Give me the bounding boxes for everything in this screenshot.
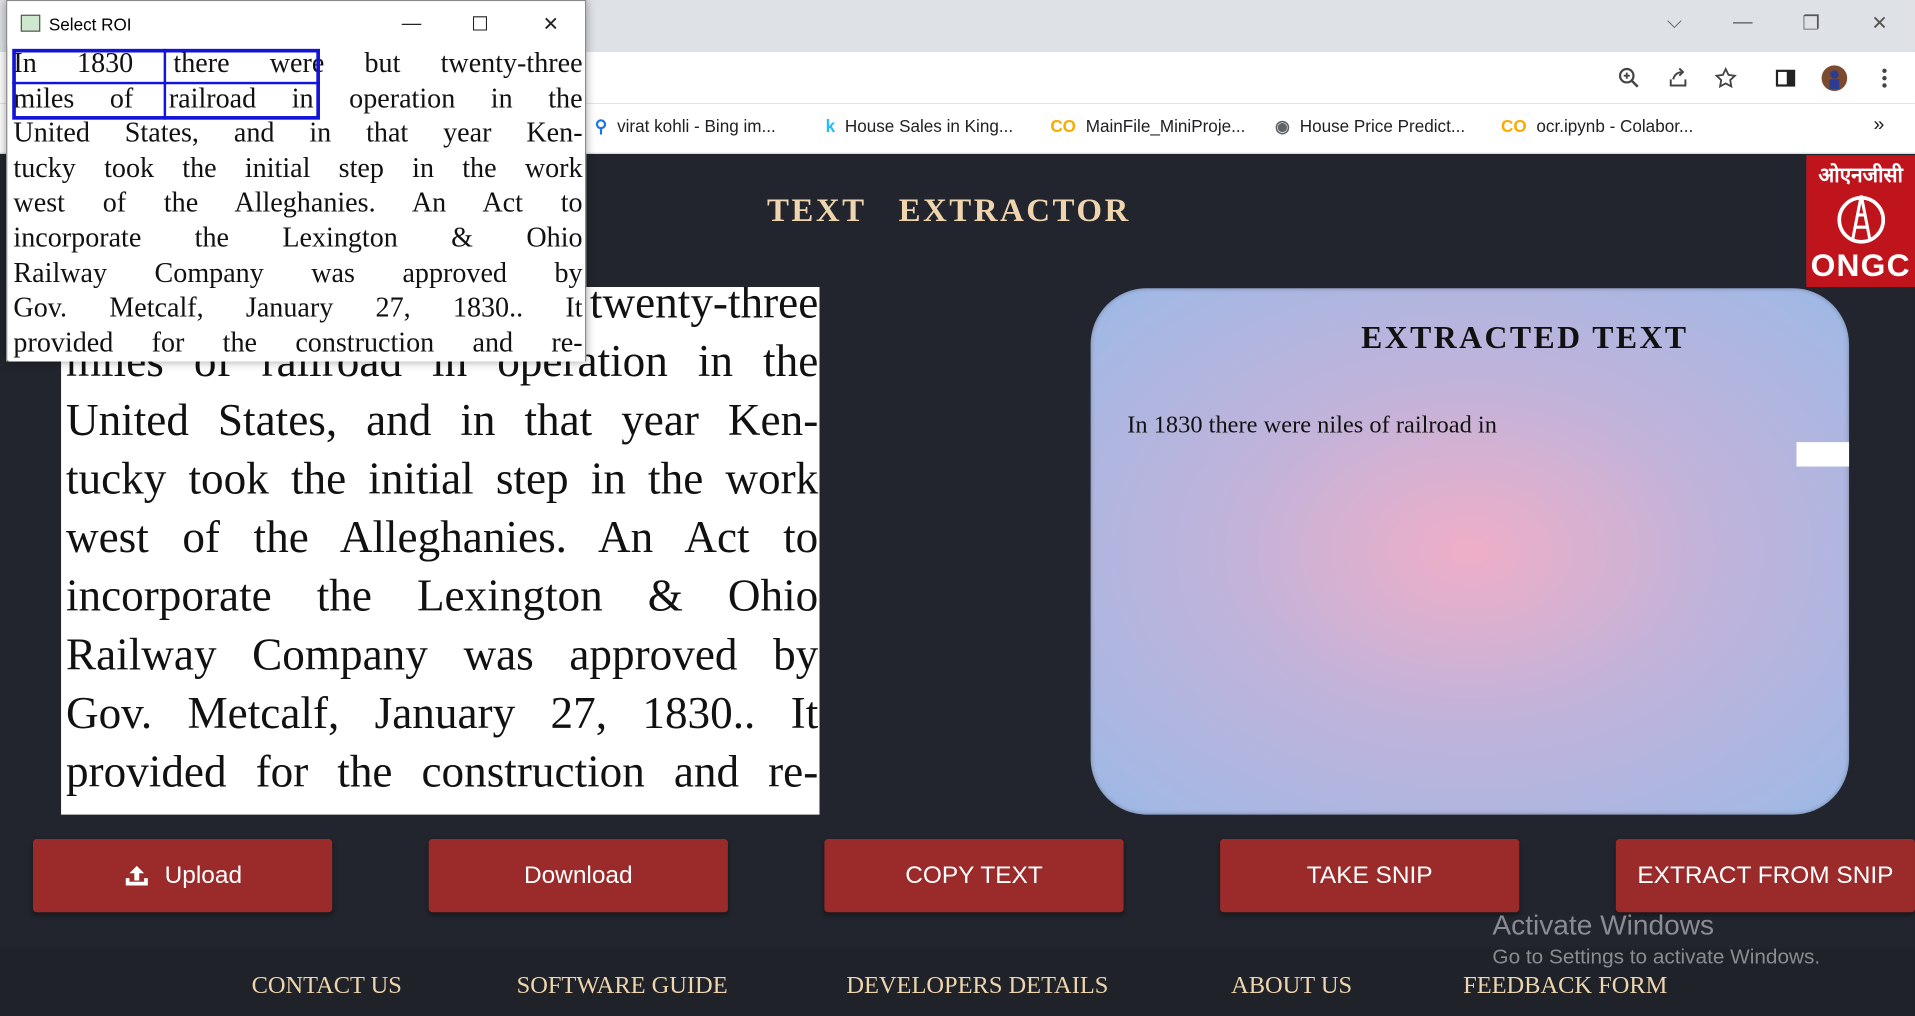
bookmark-label: ocr.ipynb - Colabor...: [1536, 116, 1694, 136]
search-icon: ⚲: [594, 115, 608, 135]
star-icon[interactable]: [1710, 62, 1742, 94]
extracted-text-panel: EXTRACTED TEXT In 1830 there were niles …: [1090, 288, 1850, 815]
footer-link-guide[interactable]: SOFTWARE GUIDE: [517, 972, 728, 1000]
minimize-button[interactable]: —: [1716, 5, 1770, 42]
bookmark-item[interactable]: k House Sales in King...: [826, 104, 1014, 148]
close-button[interactable]: ✕: [1853, 5, 1907, 42]
roi-titlebar[interactable]: Select ROI — ☐ ✕: [7, 1, 586, 47]
scan-line: provided for the construction and re-: [65, 747, 819, 798]
roi-line: west of the Alleghanies. An Act to: [13, 187, 583, 218]
extract-label: EXTRACT FROM SNIP: [1637, 861, 1894, 889]
extracted-title: EXTRACTED TEXT: [1361, 319, 1689, 356]
download-button[interactable]: Download: [428, 839, 728, 913]
share-icon[interactable]: [1662, 62, 1694, 94]
app-title: TEXT EXTRACTOR: [766, 191, 1131, 229]
ongc-logo: ओएनजीसी ONGC: [1806, 155, 1915, 288]
roi-line: tucky took the initial step in the work: [13, 152, 583, 183]
scan-line: incorporate the Lexington & Ohio: [65, 571, 819, 622]
extracted-text-output[interactable]: In 1830 there were niles of railroad in: [1127, 412, 1497, 440]
logo-ongc-text: ONGC: [1810, 246, 1911, 284]
upload-button[interactable]: Upload: [32, 839, 333, 913]
roi-maximize-button[interactable]: ☐: [453, 9, 507, 41]
bookmark-item[interactable]: ◉ House Price Predict...: [1275, 104, 1465, 148]
restore-button[interactable]: ❐: [1784, 5, 1838, 42]
scan-line: Gov. Metcalf, January 27, 1830.. It: [65, 688, 819, 739]
derrick-icon: [1836, 195, 1885, 244]
footer-link-developers[interactable]: DEVELOPERS DETAILS: [846, 972, 1108, 1000]
zoom-icon[interactable]: [1613, 62, 1645, 94]
snip-label: TAKE SNIP: [1306, 861, 1433, 889]
scan-line: Railway Company was approved by: [65, 630, 819, 681]
scanned-image: In 1830 there were but twenty-three mile…: [61, 287, 820, 815]
roi-line: incorporate the Lexington & Ohio: [13, 222, 583, 253]
globe-icon: ◉: [1275, 115, 1290, 135]
footer-link-feedback[interactable]: FEEDBACK FORM: [1463, 972, 1667, 1000]
bookmark-label: House Sales in King...: [844, 116, 1014, 136]
bookmark-label: House Price Predict...: [1299, 116, 1466, 136]
bookmark-item[interactable]: ⚲ virat kohli - Bing im...: [595, 104, 776, 148]
activate-windows-title: Activate Windows: [1492, 908, 1715, 941]
window-app-icon: [20, 14, 41, 32]
footer-link-contact[interactable]: CONTACT US: [252, 972, 402, 1000]
colab-icon: CO: [1500, 116, 1527, 136]
roi-minimize-button[interactable]: —: [385, 9, 439, 41]
footer-link-about[interactable]: ABOUT US: [1231, 972, 1352, 1000]
profile-avatar-icon[interactable]: [1819, 62, 1851, 94]
download-label: Download: [523, 861, 633, 889]
roi-close-button[interactable]: ✕: [524, 9, 578, 41]
take-snip-button[interactable]: TAKE SNIP: [1220, 839, 1520, 913]
kebab-menu-icon[interactable]: [1869, 62, 1901, 94]
bookmark-label: virat kohli - Bing im...: [617, 116, 776, 136]
activate-windows-subtitle: Go to Settings to activate Windows.: [1492, 945, 1821, 969]
upload-label: Upload: [164, 861, 243, 889]
scanned-text: In 1830 there were but twenty-three mile…: [66, 287, 818, 802]
panel-notch: [1796, 442, 1850, 467]
logo-hindi-text: ओएनजीसी: [1818, 163, 1903, 187]
bookmark-item[interactable]: CO ocr.ipynb - Colabor...: [1501, 104, 1693, 148]
bookmark-item[interactable]: CO MainFile_MiniProje...: [1050, 104, 1245, 148]
copy-text-button[interactable]: COPY TEXT: [824, 839, 1124, 913]
roi-image-canvas[interactable]: In 1830 there were but twenty-three mile…: [8, 46, 586, 362]
more-bookmarks-button[interactable]: »: [1873, 104, 1884, 148]
scan-line: tucky took the initial step in the work: [65, 454, 819, 505]
copy-label: COPY TEXT: [905, 861, 1043, 889]
extract-from-snip-button[interactable]: EXTRACT FROM SNIP: [1615, 839, 1915, 913]
scan-line: United States, and in that year Ken-: [65, 395, 819, 446]
roi-line: Railway Company was approved by: [13, 257, 583, 288]
bookmark-label: MainFile_MiniProje...: [1085, 116, 1246, 136]
roi-line: Gov. Metcalf, January 27, 1830.. It: [13, 292, 583, 323]
roi-window-title: Select ROI: [48, 14, 132, 35]
kaggle-icon: k: [825, 116, 836, 136]
roi-line: United States, and in that year Ken-: [13, 117, 583, 149]
roi-selection-hline: [12, 81, 320, 85]
sidepanel-icon[interactable]: [1770, 62, 1802, 94]
tab-search-icon[interactable]: ⌵: [1648, 5, 1702, 42]
scan-line: west of the Alleghanies. An Act to: [65, 512, 819, 564]
colab-icon: CO: [1050, 116, 1076, 136]
select-roi-window: Select ROI — ☐ ✕ In 1830 there were but …: [6, 0, 587, 362]
roi-line: provided for the construction and re-: [13, 327, 583, 358]
upload-icon: [125, 865, 148, 886]
